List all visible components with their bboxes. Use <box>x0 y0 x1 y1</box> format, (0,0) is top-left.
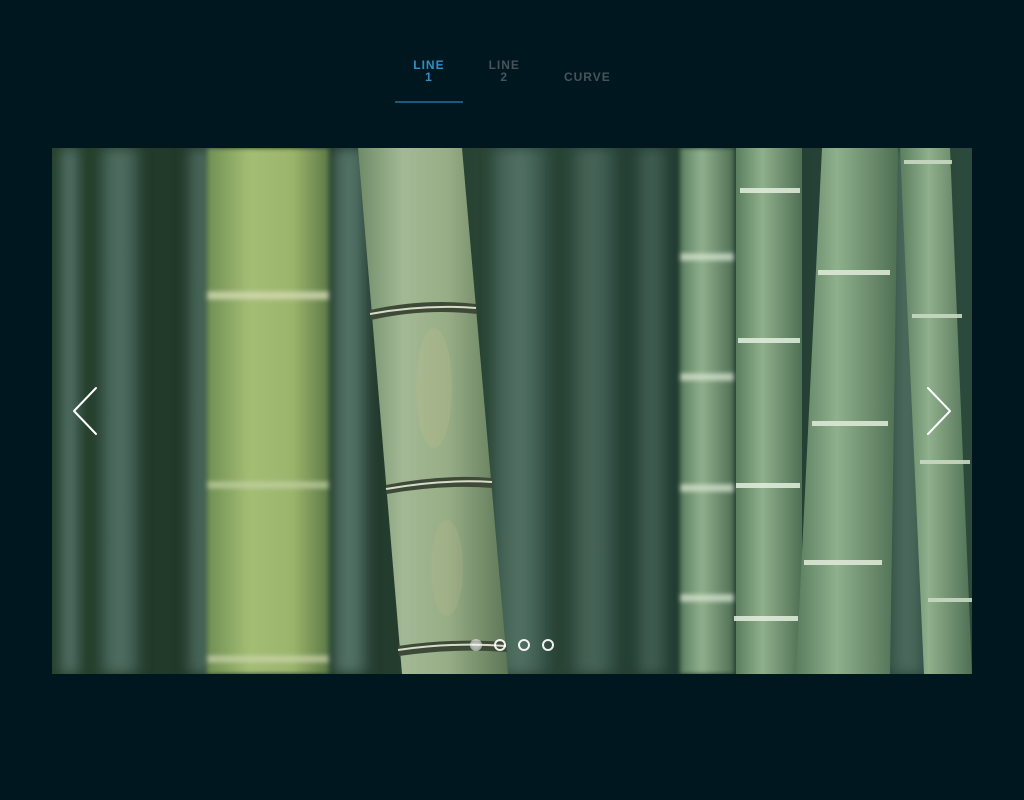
tab-line-1[interactable]: LINE 1 <box>395 52 463 103</box>
tab-label-number: 1 <box>425 70 433 84</box>
slide-dot-3[interactable] <box>518 639 530 651</box>
page: LINE 1 LINE 2 CURVE <box>0 0 1024 800</box>
slide-pagination <box>52 639 972 651</box>
slide-dot-4[interactable] <box>542 639 554 651</box>
tab-line-2[interactable]: LINE 2 <box>471 52 538 95</box>
previous-slide-button[interactable] <box>68 384 104 438</box>
slide-dot-2[interactable] <box>494 639 506 651</box>
slide-dot-1[interactable] <box>470 639 482 651</box>
chevron-left-icon <box>73 387 97 435</box>
next-slide-button[interactable] <box>920 384 956 438</box>
chevron-right-icon <box>927 387 951 435</box>
tab-label-number: 2 <box>500 70 509 84</box>
tab-label: CURVE <box>563 70 611 84</box>
tab-curve[interactable]: CURVE <box>546 52 629 95</box>
image-slider[interactable] <box>52 148 972 674</box>
bamboo-slide-image <box>52 148 972 674</box>
tab-bar: LINE 1 LINE 2 CURVE <box>0 52 1024 103</box>
